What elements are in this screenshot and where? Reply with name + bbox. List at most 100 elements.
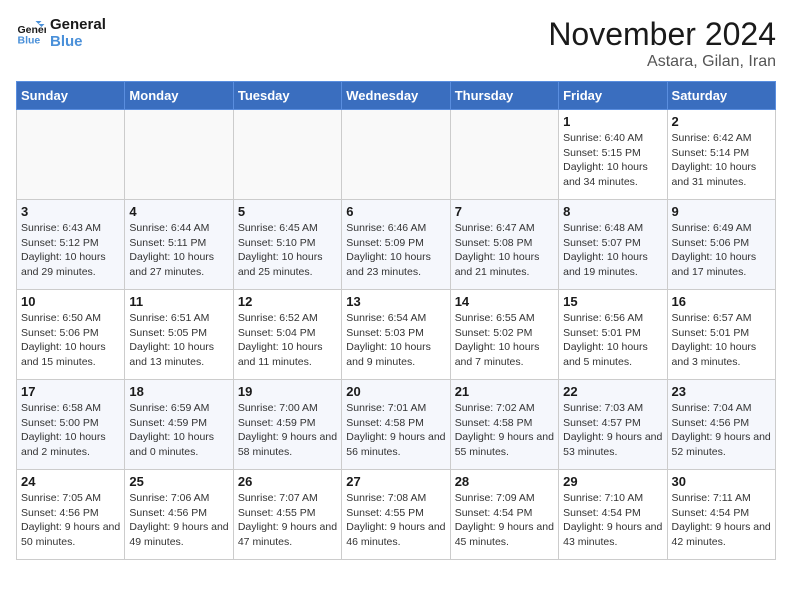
calendar-cell: 29 Sunrise: 7:10 AM Sunset: 4:54 PM Dayli… xyxy=(559,470,667,560)
day-number: 21 xyxy=(455,384,554,399)
cell-content: Sunrise: 7:01 AM Sunset: 4:58 PM Dayligh… xyxy=(346,401,445,460)
day-number: 5 xyxy=(238,204,337,219)
calendar-table: SundayMondayTuesdayWednesdayThursdayFrid… xyxy=(16,81,776,560)
calendar-cell xyxy=(233,110,341,200)
calendar-cell: 4 Sunrise: 6:44 AM Sunset: 5:11 PM Daylig… xyxy=(125,200,233,290)
day-number: 23 xyxy=(672,384,771,399)
day-number: 14 xyxy=(455,294,554,309)
calendar-cell: 2 Sunrise: 6:42 AM Sunset: 5:14 PM Daylig… xyxy=(667,110,775,200)
cell-content: Sunrise: 6:49 AM Sunset: 5:06 PM Dayligh… xyxy=(672,221,771,280)
cell-content: Sunrise: 6:40 AM Sunset: 5:15 PM Dayligh… xyxy=(563,131,662,190)
day-number: 26 xyxy=(238,474,337,489)
logo-general: General xyxy=(50,16,106,33)
day-number: 30 xyxy=(672,474,771,489)
cell-content: Sunrise: 6:46 AM Sunset: 5:09 PM Dayligh… xyxy=(346,221,445,280)
calendar-cell: 24 Sunrise: 7:05 AM Sunset: 4:56 PM Dayli… xyxy=(17,470,125,560)
cell-content: Sunrise: 7:07 AM Sunset: 4:55 PM Dayligh… xyxy=(238,491,337,550)
calendar-cell: 26 Sunrise: 7:07 AM Sunset: 4:55 PM Dayli… xyxy=(233,470,341,560)
calendar-cell: 7Sunrise: 6:47 AM Sunset: 5:08 PM Daylig… xyxy=(450,200,558,290)
day-header-saturday: Saturday xyxy=(667,82,775,110)
day-number: 27 xyxy=(346,474,445,489)
cell-content: Sunrise: 7:08 AM Sunset: 4:55 PM Dayligh… xyxy=(346,491,445,550)
day-header-monday: Monday xyxy=(125,82,233,110)
calendar-cell: 23 Sunrise: 7:04 AM Sunset: 4:56 PM Dayli… xyxy=(667,380,775,470)
cell-content: Sunrise: 6:45 AM Sunset: 5:10 PM Dayligh… xyxy=(238,221,337,280)
day-header-sunday: Sunday xyxy=(17,82,125,110)
cell-content: Sunrise: 7:11 AM Sunset: 4:54 PM Dayligh… xyxy=(672,491,771,550)
calendar-cell: 12 Sunrise: 6:52 AM Sunset: 5:04 PM Dayli… xyxy=(233,290,341,380)
cell-content: Sunrise: 7:05 AM Sunset: 4:56 PM Dayligh… xyxy=(21,491,120,550)
cell-content: Sunrise: 7:00 AM Sunset: 4:59 PM Dayligh… xyxy=(238,401,337,460)
calendar-cell: 21 Sunrise: 7:02 AM Sunset: 4:58 PM Dayli… xyxy=(450,380,558,470)
cell-content: Sunrise: 6:58 AM Sunset: 5:00 PM Dayligh… xyxy=(21,401,120,460)
day-number: 13 xyxy=(346,294,445,309)
calendar-cell xyxy=(125,110,233,200)
day-number: 22 xyxy=(563,384,662,399)
cell-content: Sunrise: 6:44 AM Sunset: 5:11 PM Dayligh… xyxy=(129,221,228,280)
calendar-week-4: 17 Sunrise: 6:58 AM Sunset: 5:00 PM Dayli… xyxy=(17,380,776,470)
calendar-header-row: SundayMondayTuesdayWednesdayThursdayFrid… xyxy=(17,82,776,110)
day-number: 1 xyxy=(563,114,662,129)
cell-content: Sunrise: 6:55 AM Sunset: 5:02 PM Dayligh… xyxy=(455,311,554,370)
calendar-week-1: 1 Sunrise: 6:40 AM Sunset: 5:15 PM Daylig… xyxy=(17,110,776,200)
day-number: 15 xyxy=(563,294,662,309)
day-header-friday: Friday xyxy=(559,82,667,110)
cell-content: Sunrise: 6:51 AM Sunset: 5:05 PM Dayligh… xyxy=(129,311,228,370)
day-number: 20 xyxy=(346,384,445,399)
cell-content: Sunrise: 7:02 AM Sunset: 4:58 PM Dayligh… xyxy=(455,401,554,460)
cell-content: Sunrise: 6:47 AM Sunset: 5:08 PM Dayligh… xyxy=(455,221,554,280)
day-number: 19 xyxy=(238,384,337,399)
logo-blue: Blue xyxy=(50,33,106,50)
calendar-cell: 10 Sunrise: 6:50 AM Sunset: 5:06 PM Dayli… xyxy=(17,290,125,380)
cell-content: Sunrise: 7:10 AM Sunset: 4:54 PM Dayligh… xyxy=(563,491,662,550)
calendar-cell: 11 Sunrise: 6:51 AM Sunset: 5:05 PM Dayli… xyxy=(125,290,233,380)
day-number: 18 xyxy=(129,384,228,399)
calendar-cell: 28Sunrise: 7:09 AM Sunset: 4:54 PM Dayli… xyxy=(450,470,558,560)
calendar-week-5: 24 Sunrise: 7:05 AM Sunset: 4:56 PM Dayli… xyxy=(17,470,776,560)
day-header-thursday: Thursday xyxy=(450,82,558,110)
calendar-cell: 15 Sunrise: 6:56 AM Sunset: 5:01 PM Dayli… xyxy=(559,290,667,380)
calendar-week-2: 3 Sunrise: 6:43 AM Sunset: 5:12 PM Daylig… xyxy=(17,200,776,290)
day-number: 25 xyxy=(129,474,228,489)
cell-content: Sunrise: 6:59 AM Sunset: 4:59 PM Dayligh… xyxy=(129,401,228,460)
day-number: 9 xyxy=(672,204,771,219)
day-number: 16 xyxy=(672,294,771,309)
calendar-cell: 19 Sunrise: 7:00 AM Sunset: 4:59 PM Dayli… xyxy=(233,380,341,470)
cell-content: Sunrise: 7:04 AM Sunset: 4:56 PM Dayligh… xyxy=(672,401,771,460)
day-number: 17 xyxy=(21,384,120,399)
cell-content: Sunrise: 6:42 AM Sunset: 5:14 PM Dayligh… xyxy=(672,131,771,190)
calendar-cell: 25Sunrise: 7:06 AM Sunset: 4:56 PM Dayli… xyxy=(125,470,233,560)
cell-content: Sunrise: 6:48 AM Sunset: 5:07 PM Dayligh… xyxy=(563,221,662,280)
cell-content: Sunrise: 6:54 AM Sunset: 5:03 PM Dayligh… xyxy=(346,311,445,370)
location-subtitle: Astara, Gilan, Iran xyxy=(548,53,776,71)
day-header-tuesday: Tuesday xyxy=(233,82,341,110)
calendar-cell: 5 Sunrise: 6:45 AM Sunset: 5:10 PM Daylig… xyxy=(233,200,341,290)
calendar-cell: 3 Sunrise: 6:43 AM Sunset: 5:12 PM Daylig… xyxy=(17,200,125,290)
day-header-wednesday: Wednesday xyxy=(342,82,450,110)
day-number: 24 xyxy=(21,474,120,489)
day-number: 4 xyxy=(129,204,228,219)
page-header: General Blue General Blue November 2024 … xyxy=(16,16,776,71)
day-number: 3 xyxy=(21,204,120,219)
calendar-cell xyxy=(450,110,558,200)
svg-text:Blue: Blue xyxy=(18,35,41,47)
day-number: 10 xyxy=(21,294,120,309)
cell-content: Sunrise: 6:43 AM Sunset: 5:12 PM Dayligh… xyxy=(21,221,120,280)
day-number: 12 xyxy=(238,294,337,309)
cell-content: Sunrise: 6:52 AM Sunset: 5:04 PM Dayligh… xyxy=(238,311,337,370)
day-number: 11 xyxy=(129,294,228,309)
calendar-cell: 20 Sunrise: 7:01 AM Sunset: 4:58 PM Dayli… xyxy=(342,380,450,470)
day-number: 29 xyxy=(563,474,662,489)
calendar-week-3: 10 Sunrise: 6:50 AM Sunset: 5:06 PM Dayli… xyxy=(17,290,776,380)
calendar-cell: 22Sunrise: 7:03 AM Sunset: 4:57 PM Dayli… xyxy=(559,380,667,470)
day-number: 2 xyxy=(672,114,771,129)
calendar-cell: 13 Sunrise: 6:54 AM Sunset: 5:03 PM Dayli… xyxy=(342,290,450,380)
calendar-cell: 30 Sunrise: 7:11 AM Sunset: 4:54 PM Dayli… xyxy=(667,470,775,560)
cell-content: Sunrise: 6:56 AM Sunset: 5:01 PM Dayligh… xyxy=(563,311,662,370)
logo-icon: General Blue xyxy=(16,18,46,48)
calendar-cell: 8Sunrise: 6:48 AM Sunset: 5:07 PM Daylig… xyxy=(559,200,667,290)
calendar-cell: 18 Sunrise: 6:59 AM Sunset: 4:59 PM Dayli… xyxy=(125,380,233,470)
calendar-cell: 27 Sunrise: 7:08 AM Sunset: 4:55 PM Dayli… xyxy=(342,470,450,560)
cell-content: Sunrise: 6:50 AM Sunset: 5:06 PM Dayligh… xyxy=(21,311,120,370)
cell-content: Sunrise: 6:57 AM Sunset: 5:01 PM Dayligh… xyxy=(672,311,771,370)
